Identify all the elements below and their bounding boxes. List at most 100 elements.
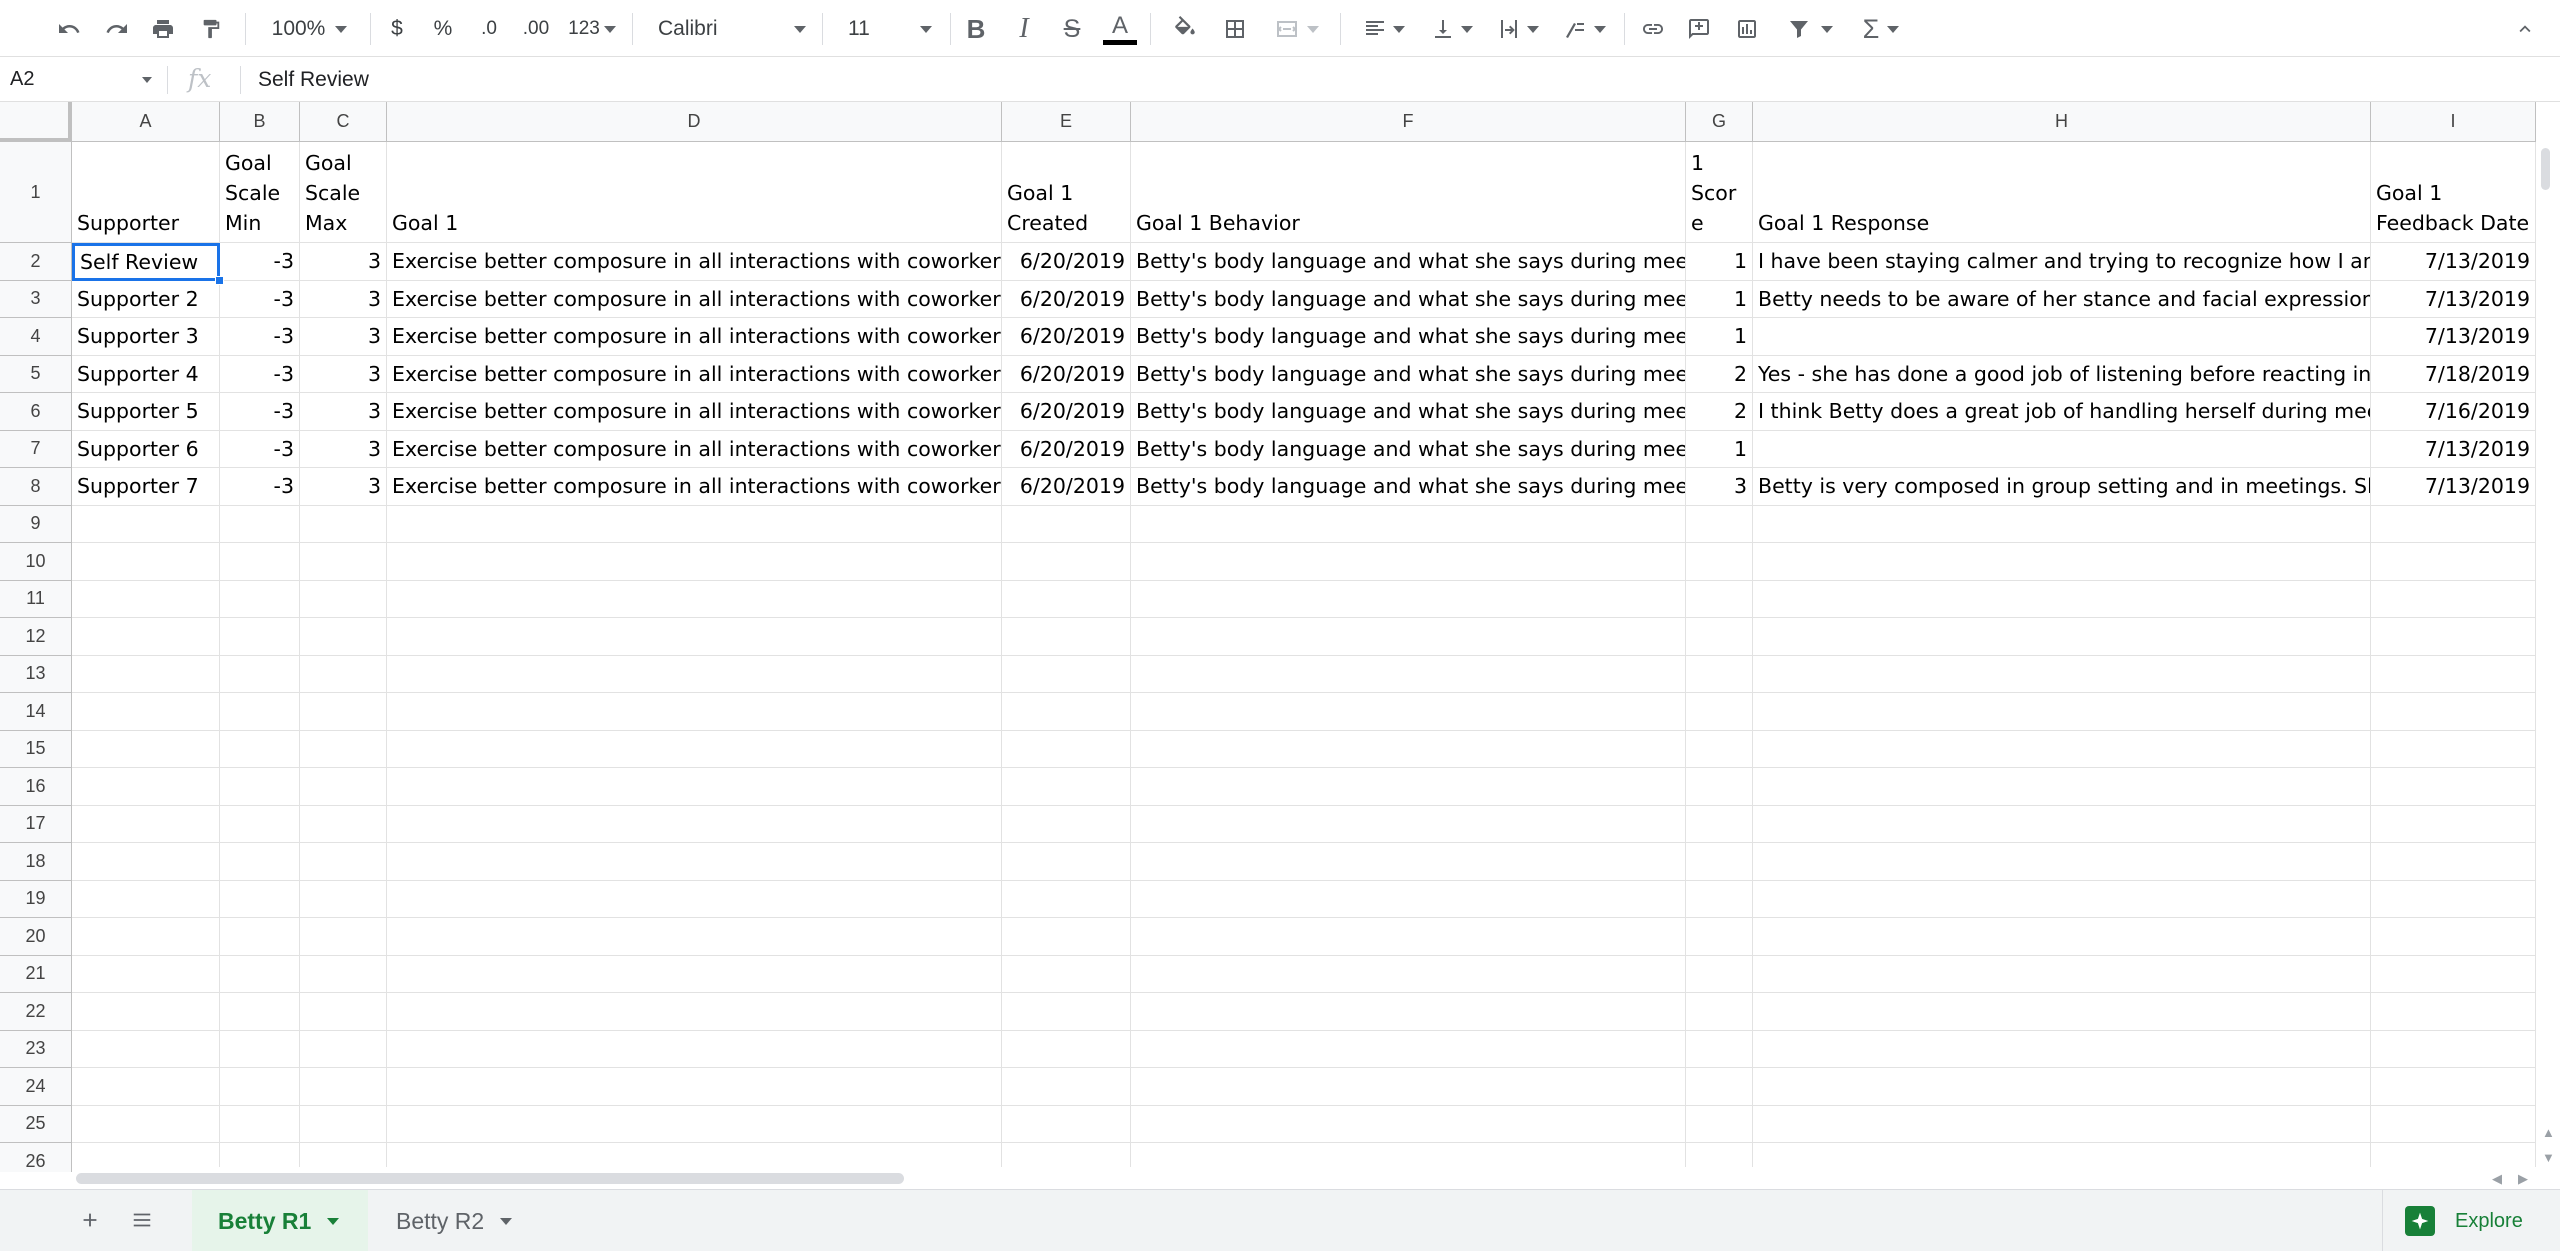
empty-cell[interactable] [220, 1030, 300, 1068]
table-cell[interactable]: 3 [1686, 468, 1753, 506]
empty-cell[interactable] [1753, 918, 2371, 956]
empty-cell[interactable] [387, 843, 1002, 881]
empty-cell[interactable] [220, 880, 300, 918]
empty-cell[interactable] [1753, 805, 2371, 843]
select-all-corner[interactable] [0, 102, 72, 142]
row-header[interactable]: 6 [0, 393, 72, 431]
table-cell[interactable]: Exercise better composure in all interac… [387, 243, 1002, 281]
empty-cell[interactable] [2371, 843, 2536, 881]
table-cell[interactable]: I think Betty does a great job of handli… [1753, 393, 2371, 431]
empty-cell[interactable] [2371, 805, 2536, 843]
empty-cell[interactable] [1686, 1105, 1753, 1143]
empty-cell[interactable] [1002, 543, 1131, 581]
empty-cell[interactable] [1002, 1068, 1131, 1106]
table-cell[interactable]: Self Review [72, 243, 220, 281]
empty-cell[interactable] [300, 843, 387, 881]
empty-cell[interactable] [2371, 618, 2536, 656]
table-cell[interactable]: Betty's body language and what she says … [1131, 280, 1686, 318]
table-cell[interactable]: 1 [1686, 318, 1753, 356]
empty-cell[interactable] [1131, 768, 1686, 806]
empty-cell[interactable] [1753, 768, 2371, 806]
table-cell[interactable]: 6/20/2019 [1002, 318, 1131, 356]
font-family-select[interactable]: Calibri [650, 9, 814, 49]
column-header-g[interactable]: G [1686, 102, 1753, 142]
empty-cell[interactable] [72, 1105, 220, 1143]
row-header[interactable]: 15 [0, 730, 72, 768]
empty-cell[interactable] [300, 955, 387, 993]
add-sheet-button[interactable] [70, 1200, 110, 1240]
empty-cell[interactable] [72, 805, 220, 843]
merge-cells-icon[interactable] [1266, 9, 1326, 49]
empty-cell[interactable] [1753, 880, 2371, 918]
column-header-h[interactable]: H [1753, 102, 2371, 142]
empty-cell[interactable] [1002, 880, 1131, 918]
vertical-scroll-thumb[interactable] [2541, 148, 2550, 190]
empty-cell[interactable] [1686, 543, 1753, 581]
empty-cell[interactable] [2371, 918, 2536, 956]
table-cell[interactable]: Exercise better composure in all interac… [387, 318, 1002, 356]
empty-cell[interactable] [220, 693, 300, 731]
empty-cell[interactable] [1131, 843, 1686, 881]
header-cell[interactable]: Goal 1 Behavior [1131, 142, 1686, 243]
empty-cell[interactable] [2371, 1068, 2536, 1106]
empty-cell[interactable] [72, 880, 220, 918]
empty-cell[interactable] [1686, 1068, 1753, 1106]
empty-cell[interactable] [1131, 918, 1686, 956]
empty-cell[interactable] [220, 843, 300, 881]
table-cell[interactable]: Supporter 5 [72, 393, 220, 431]
name-box[interactable]: A2 [0, 58, 164, 102]
empty-cell[interactable] [387, 655, 1002, 693]
table-cell[interactable]: 7/13/2019 [2371, 243, 2536, 281]
row-header[interactable]: 24 [0, 1068, 72, 1106]
empty-cell[interactable] [1686, 768, 1753, 806]
empty-cell[interactable] [1002, 655, 1131, 693]
empty-cell[interactable] [300, 918, 387, 956]
empty-cell[interactable] [1686, 693, 1753, 731]
scroll-down-icon[interactable]: ▼ [2542, 1150, 2555, 1165]
more-formats-button[interactable]: 123 [564, 9, 620, 49]
empty-cell[interactable] [300, 505, 387, 543]
empty-cell[interactable] [1131, 730, 1686, 768]
empty-cell[interactable] [1686, 618, 1753, 656]
empty-cell[interactable] [1753, 993, 2371, 1031]
undo-icon[interactable] [52, 9, 86, 49]
table-cell[interactable]: 6/20/2019 [1002, 280, 1131, 318]
empty-cell[interactable] [72, 955, 220, 993]
row-header[interactable]: 3 [0, 280, 72, 318]
text-color-button[interactable]: A [1102, 9, 1138, 49]
scroll-up-icon[interactable]: ▲ [2542, 1125, 2555, 1140]
table-cell[interactable]: 3 [300, 468, 387, 506]
empty-cell[interactable] [1686, 880, 1753, 918]
empty-cell[interactable] [387, 1068, 1002, 1106]
row-header[interactable]: 17 [0, 805, 72, 843]
table-cell[interactable]: Exercise better composure in all interac… [387, 430, 1002, 468]
bold-button[interactable]: B [960, 9, 992, 49]
empty-cell[interactable] [1753, 730, 2371, 768]
column-header-i[interactable]: I [2371, 102, 2536, 142]
empty-cell[interactable] [1002, 580, 1131, 618]
empty-cell[interactable] [300, 543, 387, 581]
decrease-decimal-button[interactable]: .0 [472, 9, 506, 49]
currency-button[interactable]: $ [382, 9, 412, 49]
empty-cell[interactable] [1002, 618, 1131, 656]
table-cell[interactable]: 1 [1686, 430, 1753, 468]
empty-cell[interactable] [1753, 618, 2371, 656]
empty-cell[interactable] [72, 768, 220, 806]
column-header-a[interactable]: A [72, 102, 220, 142]
empty-cell[interactable] [387, 730, 1002, 768]
empty-cell[interactable] [220, 1068, 300, 1106]
empty-cell[interactable] [72, 1068, 220, 1106]
empty-cell[interactable] [1131, 993, 1686, 1031]
empty-cell[interactable] [300, 880, 387, 918]
empty-cell[interactable] [72, 993, 220, 1031]
empty-cell[interactable] [1753, 843, 2371, 881]
empty-cell[interactable] [2371, 1030, 2536, 1068]
empty-cell[interactable] [220, 993, 300, 1031]
empty-cell[interactable] [300, 993, 387, 1031]
font-size-select[interactable]: 11 [840, 9, 940, 49]
row-header[interactable]: 22 [0, 993, 72, 1031]
table-cell[interactable]: -3 [220, 355, 300, 393]
print-icon[interactable] [146, 9, 180, 49]
collapse-toolbar-icon[interactable] [2508, 9, 2542, 49]
empty-cell[interactable] [387, 805, 1002, 843]
